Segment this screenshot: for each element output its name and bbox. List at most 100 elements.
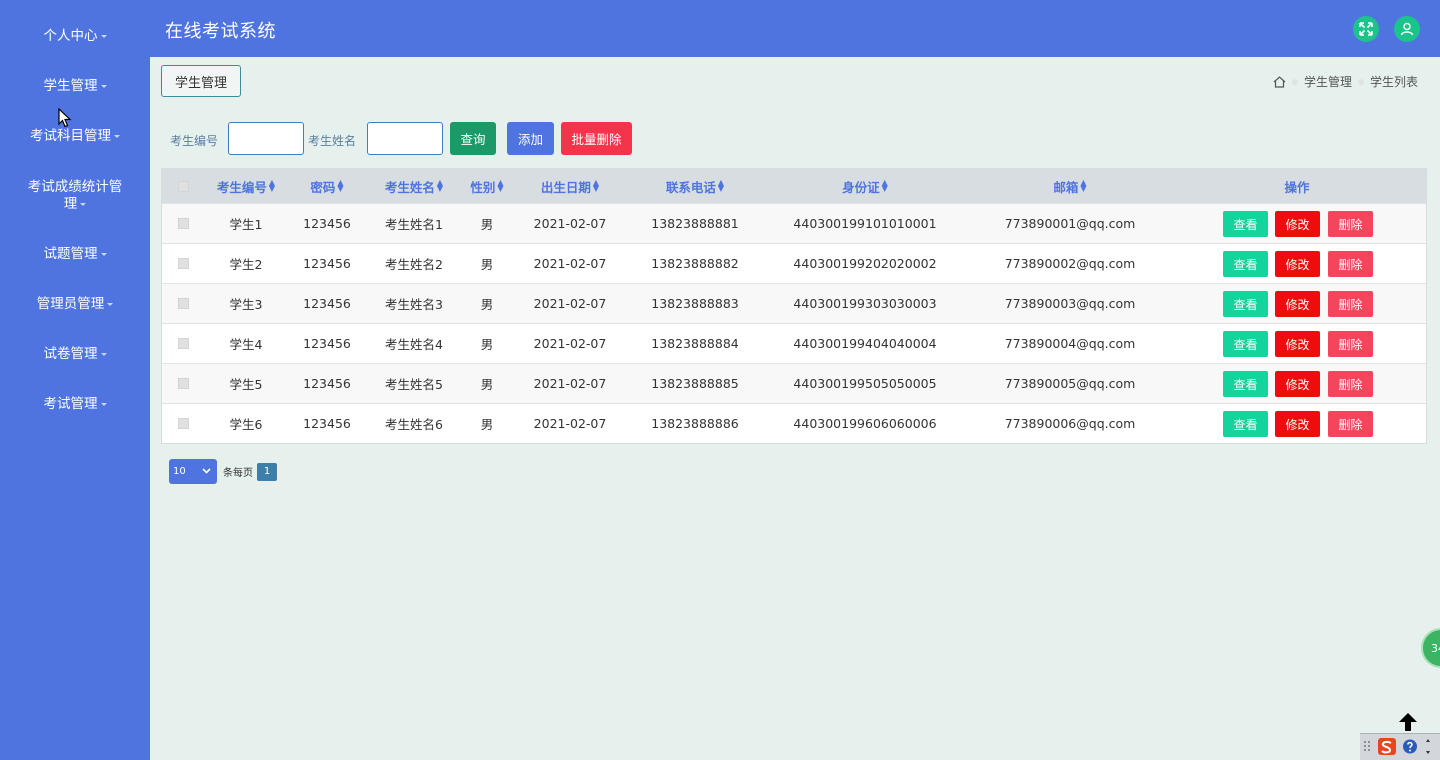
col-header-label: 身份证 — [842, 179, 880, 195]
page-size-select[interactable]: 10 — [169, 459, 217, 484]
sidebar-item-admin-management[interactable]: 管理员管理 — [0, 296, 150, 313]
student-table: 考生编号 ▲ ▼ 密码 ▲ ▼ 考生姓名 ▲ ▼ 性别 ▲ ▼ 出生日期 ▲ ▼ 联系电话 ▲ ▼ 身份… — [161, 168, 1427, 444]
student-no-input[interactable] — [228, 122, 304, 155]
col-header-gender[interactable]: 性别 ▲ ▼ — [460, 169, 514, 203]
cell-birth-date: 2021-02-07 — [533, 336, 607, 351]
view-button[interactable]: 查看 — [1223, 291, 1268, 317]
delete-button[interactable]: 删除 — [1328, 251, 1373, 277]
delete-button[interactable]: 删除 — [1328, 211, 1373, 237]
col-header-password[interactable]: 密码 ▲ ▼ — [290, 169, 364, 203]
caret-down-icon — [80, 202, 87, 206]
table-row: 学生2 123456 考生姓名2 男 2021-02-07 13823888882 4403… — [162, 243, 1426, 283]
edit-button[interactable]: 修改 — [1275, 331, 1320, 357]
cell-email: 773890006@qq.com — [1004, 416, 1136, 431]
cell-student-no: 学生1 — [229, 217, 263, 232]
edit-button[interactable]: 修改 — [1275, 211, 1320, 237]
sidebar-item-score-statistics[interactable]: 考试成绩统计管 理 — [0, 179, 150, 213]
view-button[interactable]: 查看 — [1223, 211, 1268, 237]
caret-down-icon — [100, 252, 107, 256]
sort-icon: ▲ ▼ — [592, 178, 600, 193]
row-checkbox[interactable] — [177, 418, 189, 429]
row-checkbox[interactable] — [177, 378, 189, 389]
user-menu-button[interactable] — [1394, 16, 1420, 42]
sidebar-item-label: 个人中心 — [43, 28, 98, 44]
col-header-birth-date[interactable]: 出生日期 ▲ ▼ — [520, 169, 620, 203]
col-header-id-card[interactable]: 身份证 ▲ ▼ — [790, 169, 940, 203]
arrow-up-icon[interactable] — [1398, 712, 1418, 732]
sidebar-item-subject-management[interactable]: 考试科目管理 — [0, 128, 150, 145]
col-header-label: 性别 — [470, 179, 496, 195]
page-number-current[interactable]: 1 — [257, 462, 277, 481]
sidebar-item-label-line2: 理 — [63, 196, 78, 212]
col-header-student-name[interactable]: 考生姓名 ▲ ▼ — [368, 169, 460, 203]
select-all-checkbox[interactable] — [177, 180, 189, 192]
row-select-cell — [172, 324, 194, 363]
fullscreen-button[interactable] — [1353, 16, 1379, 42]
sidebar-item-label: 考试科目管理 — [30, 128, 111, 144]
edit-button[interactable]: 修改 — [1275, 291, 1320, 317]
sort-icon: ▲ ▼ — [881, 178, 888, 193]
cell-id-card: 440300199505050005 — [793, 376, 937, 391]
cell-student-no: 学生5 — [229, 377, 263, 392]
sidebar-item-paper-management[interactable]: 试卷管理 — [0, 346, 150, 363]
row-checkbox[interactable] — [177, 298, 189, 309]
sidebar-item-student-management[interactable]: 学生管理 — [0, 78, 150, 95]
batch-delete-button[interactable]: 批量删除 — [561, 122, 632, 155]
app-title: 在线考试系统 — [165, 21, 276, 42]
cell-id-card: 440300199303030003 — [793, 296, 937, 311]
row-checkbox[interactable] — [177, 338, 189, 349]
student-name-input[interactable] — [367, 122, 443, 155]
sort-icon: ▲ ▼ — [497, 178, 504, 193]
user-icon — [1400, 22, 1414, 36]
caret-down-icon — [100, 34, 107, 38]
view-button[interactable]: 查看 — [1223, 371, 1268, 397]
edit-button[interactable]: 修改 — [1275, 411, 1320, 437]
add-button[interactable]: 添加 — [507, 122, 554, 155]
query-button[interactable]: 查询 — [450, 122, 496, 155]
row-select-cell — [172, 244, 194, 283]
row-select-cell — [172, 204, 194, 243]
row-checkbox[interactable] — [177, 258, 189, 269]
delete-button[interactable]: 删除 — [1328, 291, 1373, 317]
col-header-email[interactable]: 邮箱 ▲ ▼ — [990, 169, 1150, 203]
cell-birth-date: 2021-02-07 — [533, 376, 607, 391]
table-body: 学生1 123456 考生姓名1 男 2021-02-07 13823888881 4403… — [162, 203, 1426, 443]
cell-password: 123456 — [303, 416, 351, 431]
cell-gender: 男 — [480, 337, 494, 352]
sort-icon: ▲ ▼ — [268, 178, 276, 193]
delete-button[interactable]: 删除 — [1328, 411, 1373, 437]
student-no-label: 考生编号 — [170, 134, 219, 148]
view-button[interactable]: 查看 — [1223, 411, 1268, 437]
col-header-student-no[interactable]: 考生编号 ▲ ▼ — [202, 169, 290, 203]
cell-student-name: 考生姓名3 — [385, 297, 443, 312]
cell-phone: 13823888886 — [651, 416, 739, 431]
cell-password: 123456 — [303, 216, 351, 231]
sidebar-item-question-management[interactable]: 试题管理 — [0, 246, 150, 263]
top-header: 在线考试系统 — [150, 0, 1440, 57]
sidebar-item-personal-center[interactable]: 个人中心 — [0, 28, 150, 45]
table-row: 学生6 123456 考生姓名6 男 2021-02-07 13823888886 4403… — [162, 403, 1426, 443]
sidebar-item-exam-management[interactable]: 考试管理 — [0, 396, 150, 413]
cell-gender: 男 — [480, 217, 494, 232]
cell-gender: 男 — [480, 257, 494, 272]
cell-birth-date: 2021-02-07 — [533, 296, 607, 311]
section-tab-student-management[interactable]: 学生管理 — [161, 65, 241, 97]
col-header-phone[interactable]: 联系电话 ▲ ▼ — [640, 169, 750, 203]
student-name-label: 考生姓名 — [308, 134, 357, 148]
view-button[interactable]: 查看 — [1223, 251, 1268, 277]
cell-student-no: 学生2 — [229, 257, 263, 272]
sort-icon: ▲ ▼ — [436, 178, 444, 193]
view-button[interactable]: 查看 — [1223, 331, 1268, 357]
delete-button[interactable]: 删除 — [1328, 331, 1373, 357]
home-icon[interactable] — [1273, 75, 1286, 88]
delete-button[interactable]: 删除 — [1328, 371, 1373, 397]
sort-icon: ▲ ▼ — [1080, 178, 1087, 193]
cell-id-card: 440300199202020002 — [793, 256, 937, 271]
edit-button[interactable]: 修改 — [1275, 371, 1320, 397]
edit-button[interactable]: 修改 — [1275, 251, 1320, 277]
breadcrumb-item-student-management[interactable]: 学生管理 — [1304, 73, 1352, 90]
row-checkbox[interactable] — [177, 218, 189, 229]
mouse-cursor-icon — [58, 108, 72, 128]
caret-down-icon — [100, 84, 107, 88]
cell-student-name: 考生姓名1 — [385, 217, 443, 232]
